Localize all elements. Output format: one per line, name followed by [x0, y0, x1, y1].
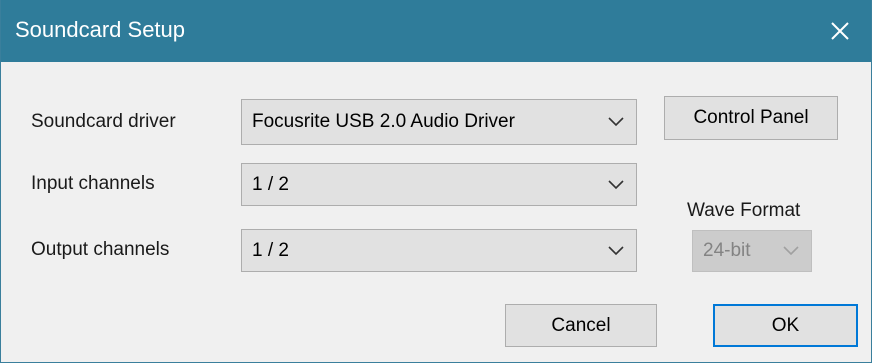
chevron-down-icon [608, 245, 624, 255]
wave-format-value: 24-bit [703, 240, 751, 261]
control-panel-button[interactable]: Control Panel [664, 96, 838, 140]
wave-format-select[interactable]: 24-bit [692, 230, 812, 272]
output-channels-value: 1 / 2 [252, 239, 289, 261]
ok-button[interactable]: OK [713, 304, 858, 347]
window-title: Soundcard Setup [15, 17, 186, 42]
input-channels-label: Input channels [31, 173, 155, 194]
input-channels-select[interactable]: 1 / 2 [241, 163, 637, 206]
chevron-down-icon [608, 117, 624, 127]
chevron-down-icon [608, 179, 624, 189]
input-channels-value: 1 / 2 [252, 173, 289, 195]
title-bar[interactable]: Soundcard Setup [1, 0, 871, 62]
wave-format-label: Wave Format [687, 200, 801, 221]
cancel-button[interactable]: Cancel [505, 304, 657, 347]
output-channels-label: Output channels [31, 239, 170, 260]
close-icon [831, 22, 849, 40]
soundcard-driver-value: Focusrite USB 2.0 Audio Driver [252, 111, 515, 132]
chevron-down-icon [783, 246, 799, 256]
output-channels-select[interactable]: 1 / 2 [241, 229, 637, 272]
soundcard-driver-label: Soundcard driver [31, 111, 176, 132]
soundcard-driver-select[interactable]: Focusrite USB 2.0 Audio Driver [241, 99, 637, 145]
soundcard-setup-dialog: Soundcard Setup Soundcard driver Focusri… [0, 0, 872, 363]
close-button[interactable] [809, 0, 871, 62]
